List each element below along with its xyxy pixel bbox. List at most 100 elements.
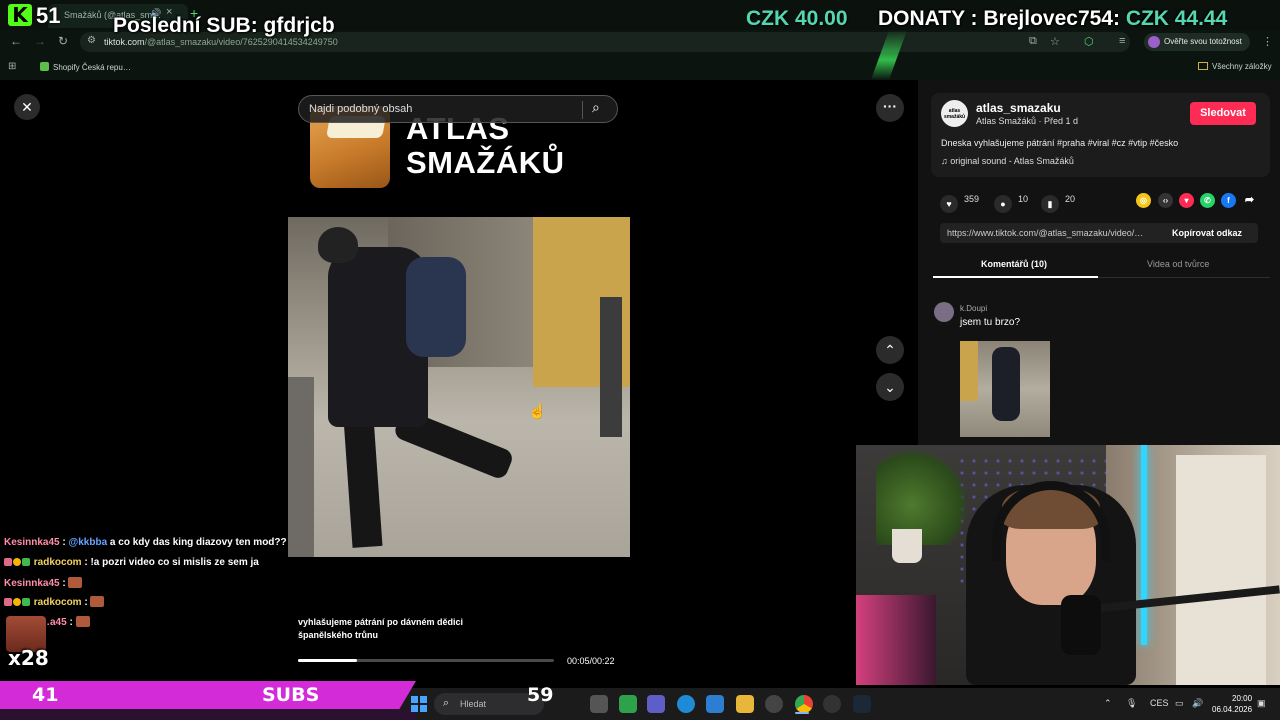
chat-message: …a45 :: [40, 616, 90, 628]
comment-stat[interactable]: ● 10: [994, 194, 1028, 213]
music-label: original sound - Atlas Smažáků: [950, 156, 1074, 166]
trash-bin: [600, 297, 622, 437]
profile-verify-button[interactable]: Ověřte svou totožnost: [1144, 33, 1250, 51]
webcam-overlay: [856, 445, 1280, 685]
minecraft-icon[interactable]: [619, 695, 637, 713]
badge-icon: [22, 598, 30, 606]
notification-icon[interactable]: ▣: [1257, 698, 1266, 709]
language-indicator[interactable]: CES: [1150, 698, 1169, 708]
whatsapp-icon[interactable]: ✆: [1200, 193, 1215, 208]
facebook-icon[interactable]: f: [1221, 193, 1236, 208]
site-info-icon[interactable]: ⚙: [87, 35, 96, 46]
comment-icon[interactable]: ●: [994, 195, 1012, 213]
chat-user: Kesinnka45: [4, 537, 60, 548]
viewer-count: 51: [36, 3, 61, 28]
taskbar-clock[interactable]: 20:00 06.04.2026: [1212, 693, 1252, 715]
avatar: [1148, 36, 1160, 48]
app-icon[interactable]: [765, 695, 783, 713]
embed-icon[interactable]: ‹›: [1158, 193, 1173, 208]
apps-icon[interactable]: ⊞: [8, 61, 16, 72]
taskbar-search-placeholder: Hledat: [460, 699, 487, 709]
teams-icon[interactable]: [647, 695, 665, 713]
donate-label: DONATY : Brejlovec754:: [878, 7, 1126, 30]
more-options-button[interactable]: ···: [876, 94, 904, 122]
microphone-icon[interactable]: 🎙: [1126, 698, 1137, 709]
subs-label: SUBS: [262, 684, 320, 706]
install-app-icon[interactable]: ⧉: [1029, 35, 1037, 48]
comment-count: 10: [1018, 194, 1029, 204]
tray-overflow-icon[interactable]: ⌃: [1104, 698, 1112, 709]
tab-creator-videos[interactable]: Videa od tvůrce: [1147, 259, 1209, 269]
chat-message: radkocom :: [4, 596, 105, 608]
next-video-button[interactable]: ⌄: [876, 373, 904, 401]
plant-pot: [892, 529, 922, 563]
comment-avatar[interactable]: [934, 302, 954, 322]
video-frame[interactable]: [288, 217, 630, 557]
chrome-icon[interactable]: [795, 695, 813, 713]
chat-message: radkocom : !a pozri video co si mislis z…: [4, 557, 259, 568]
all-bookmarks[interactable]: Všechny záložky: [1198, 62, 1272, 71]
store-icon[interactable]: [706, 695, 724, 713]
heart-icon[interactable]: ♥: [940, 195, 958, 213]
back-icon[interactable]: ←: [10, 34, 22, 48]
repost-icon[interactable]: ◎: [1136, 193, 1151, 208]
extension-icon[interactable]: ⬡: [1084, 35, 1094, 48]
author-avatar[interactable]: atlas smažáků: [941, 100, 968, 127]
comment-image[interactable]: [960, 341, 1050, 437]
media-icon[interactable]: ≡: [1119, 35, 1125, 47]
windows-start-icon[interactable]: [411, 696, 427, 712]
bookmark-star-icon[interactable]: ☆: [1050, 35, 1060, 48]
kick-logo: K: [8, 4, 32, 26]
clock-time: 20:00: [1232, 694, 1253, 703]
tab-comments[interactable]: Komentářů (10): [981, 259, 1047, 269]
url-path: /@atlas_smazaku/video/762529041453424975…: [144, 37, 338, 47]
share-arrow-icon[interactable]: ➦: [1242, 193, 1257, 208]
file-explorer-icon[interactable]: [736, 695, 754, 713]
steam-icon[interactable]: [853, 695, 871, 713]
bookmark-shopify[interactable]: Shopify Česká repu…: [40, 62, 131, 72]
backpack: [406, 257, 466, 357]
chat-user: radkocom: [33, 597, 82, 608]
video-progress-bar[interactable]: [298, 659, 554, 662]
comment-text: jsem tu brzo?: [960, 317, 1021, 328]
task-view-icon[interactable]: [590, 695, 608, 713]
search-icon[interactable]: ⌕: [592, 99, 600, 116]
previous-video-button[interactable]: ⌃: [876, 336, 904, 364]
author-subtitle: Atlas Smažáků · Před 1 d: [976, 116, 1079, 126]
badge-icon: [4, 598, 12, 606]
menu-icon[interactable]: ⋮: [1262, 35, 1273, 48]
logo-line2: SMAŽÁKŮ: [406, 145, 565, 180]
author-username[interactable]: atlas_smazaku: [976, 101, 1061, 115]
post-description: Dneska vyhlašujeme pátrání #praha #viral…: [941, 138, 1179, 148]
caption-line1: vyhlašujeme pátrání po dávném dědici: [298, 617, 464, 627]
forward-icon[interactable]: →: [34, 34, 46, 48]
reload-icon[interactable]: ↻: [58, 34, 68, 48]
emote-icon: [75, 616, 90, 627]
like-stat[interactable]: ♥ 359: [940, 194, 979, 213]
send-icon[interactable]: ▾: [1179, 193, 1194, 208]
post-music[interactable]: ♫ original sound - Atlas Smažáků: [941, 156, 1074, 166]
caption-line2: španělského trůnu: [298, 630, 379, 640]
search-input[interactable]: Najdi podobný obsah ⌕: [298, 95, 618, 123]
video-player[interactable]: ATLAS SMAŽÁKŮ: [288, 80, 630, 685]
search-icon: ⌕: [443, 697, 450, 709]
verify-label: Ověřte svou totožnost: [1164, 37, 1242, 46]
subs-count: 41: [32, 684, 59, 706]
save-stat[interactable]: ▮ 20: [1041, 194, 1075, 213]
copy-link-button[interactable]: Kopírovat odkaz: [1172, 228, 1242, 238]
progress-fill: [298, 659, 357, 662]
comment-username[interactable]: k.Doupi: [960, 304, 987, 313]
close-video-button[interactable]: ✕: [14, 94, 40, 120]
volume-icon[interactable]: 🔊: [1192, 698, 1203, 709]
save-count: 20: [1065, 194, 1076, 204]
chat-mention: @kkbba: [68, 537, 108, 548]
network-icon[interactable]: ▭: [1175, 698, 1184, 709]
bookmark-icon[interactable]: ▮: [1041, 195, 1059, 213]
subs-goal-bar: [0, 681, 416, 709]
all-bookmarks-label: Všechny záložky: [1212, 62, 1272, 71]
media-player-icon[interactable]: [823, 695, 841, 713]
edge-icon[interactable]: [677, 695, 695, 713]
led-strip: [1141, 445, 1147, 645]
follow-button[interactable]: Sledovat: [1190, 102, 1256, 125]
pink-light: [856, 595, 936, 685]
